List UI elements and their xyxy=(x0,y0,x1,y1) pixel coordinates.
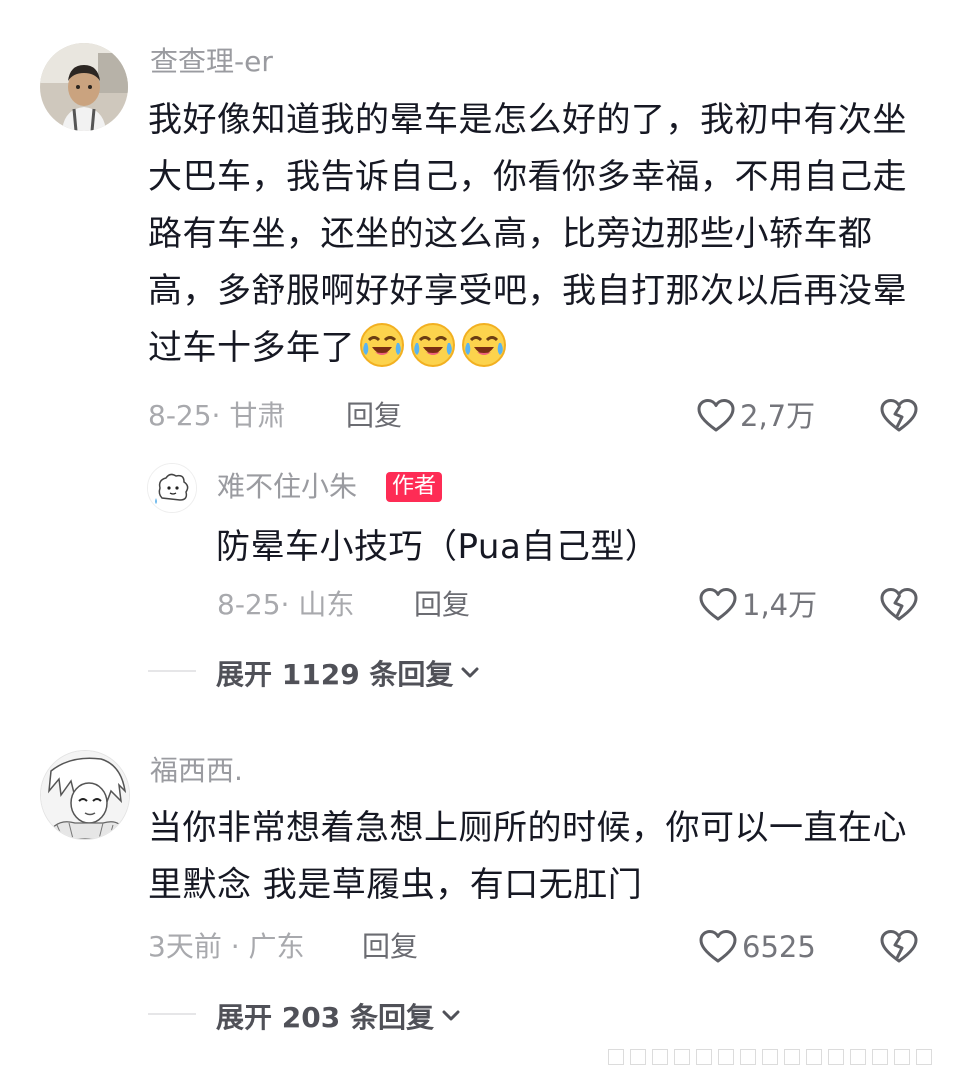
laugh-cry-emoji xyxy=(409,321,457,369)
comment-meta: 3天前 · 广东 xyxy=(148,930,305,963)
reply-text: 防晕车小技巧（Pua自己型） xyxy=(216,527,660,567)
like-button[interactable]: 1,4万 xyxy=(698,585,817,625)
comment-text-body: 我好像知道我的晕车是怎么好的了，我初中有次坐大巴车，我告诉自己，你看你多幸福，不… xyxy=(148,100,907,368)
author-badge: 作者 xyxy=(386,472,443,502)
avatar[interactable] xyxy=(40,43,128,131)
comment-text: 当你非常想着急想上厕所的时候，你可以一直在心里默念 我是草履虫，有口无肛门 xyxy=(148,808,907,905)
comment-text: 我好像知道我的晕车是怎么好的了，我初中有次坐大巴车，我告诉自己，你看你多幸福，不… xyxy=(148,92,908,377)
heart-icon xyxy=(697,399,735,432)
author-avatar[interactable] xyxy=(147,463,197,513)
heart-icon xyxy=(699,930,737,963)
dislike-button[interactable] xyxy=(879,927,919,967)
reply-button[interactable]: 回复 xyxy=(414,591,470,619)
reply-username[interactable]: 难不住小朱 xyxy=(217,473,357,501)
like-button[interactable]: 6525 xyxy=(698,927,816,967)
expand-replies-button[interactable]: 展开 203 条回复 xyxy=(216,996,464,1036)
chevron-down-icon xyxy=(442,1010,460,1021)
reply-button[interactable]: 回复 xyxy=(362,933,418,961)
comment-meta: 8-25· 甘肃 xyxy=(148,399,286,432)
like-button[interactable]: 2,7万 xyxy=(696,396,815,436)
broken-heart-icon xyxy=(880,930,918,963)
reply-meta: 8-25· 山东 xyxy=(217,588,355,621)
expand-replies-button[interactable]: 展开 1129 条回复 xyxy=(216,653,483,693)
dislike-button[interactable] xyxy=(879,396,919,436)
divider-line xyxy=(148,1013,196,1015)
reply-button[interactable]: 回复 xyxy=(346,402,402,430)
like-count: 2,7万 xyxy=(740,398,816,433)
laugh-cry-emoji xyxy=(358,321,406,369)
chevron-down-icon xyxy=(461,667,479,678)
broken-heart-icon xyxy=(880,399,918,432)
expand-replies-label: 展开 203 条回复 xyxy=(216,1001,434,1034)
dislike-button[interactable] xyxy=(879,585,919,625)
divider-line xyxy=(148,670,196,672)
expand-replies-label: 展开 1129 条回复 xyxy=(216,658,454,691)
comment-username[interactable]: 福西西. xyxy=(150,757,243,785)
laugh-cry-emoji xyxy=(460,321,508,369)
like-count: 1,4万 xyxy=(742,587,818,622)
comment-username[interactable]: 查查理-er xyxy=(150,48,273,76)
watermark xyxy=(608,1049,932,1065)
like-count: 6525 xyxy=(742,929,816,964)
avatar[interactable] xyxy=(40,750,130,840)
broken-heart-icon xyxy=(880,588,918,621)
heart-icon xyxy=(699,588,737,621)
